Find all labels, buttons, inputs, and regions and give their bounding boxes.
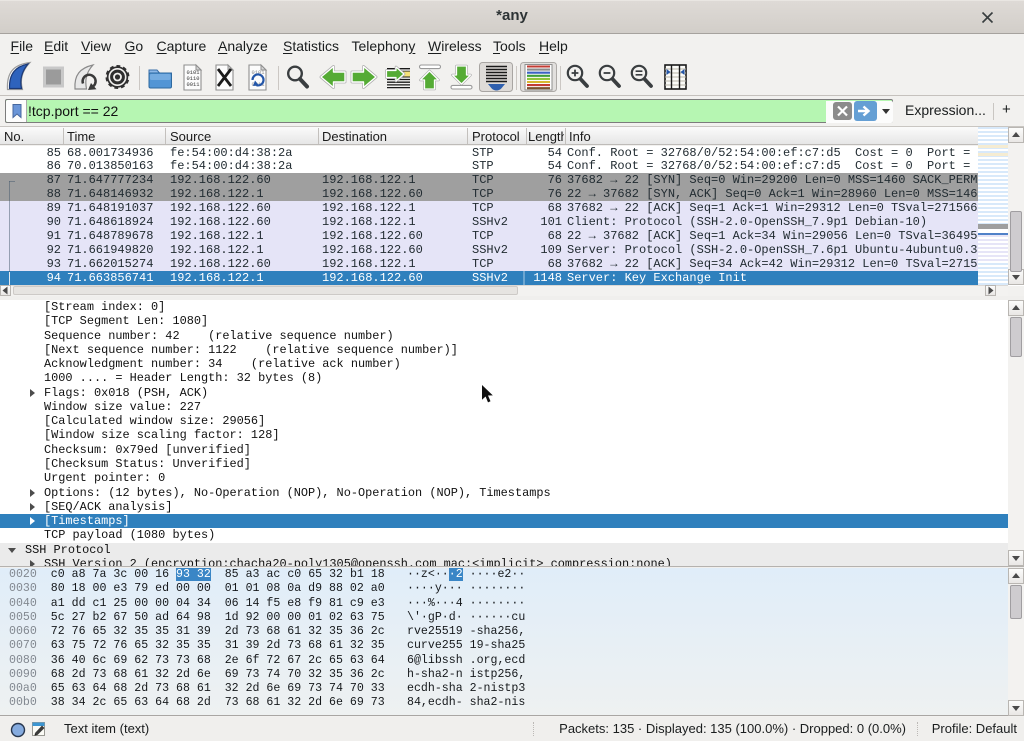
- svg-text:0011: 0011: [187, 82, 200, 88]
